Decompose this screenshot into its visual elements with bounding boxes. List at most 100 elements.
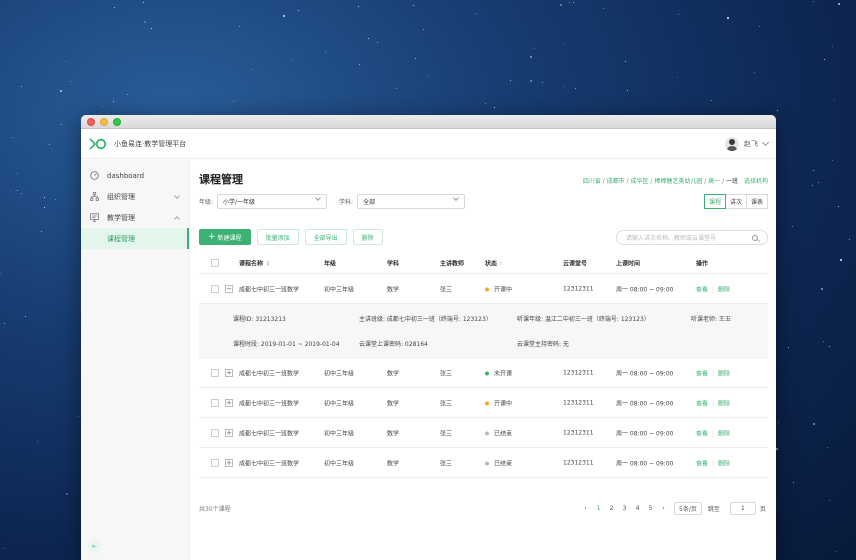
filter-icon[interactable]: ▿ xyxy=(499,260,502,267)
delete-link[interactable]: 删除 xyxy=(718,460,730,467)
expand-row-icon[interactable]: + xyxy=(225,458,233,467)
star xyxy=(625,60,627,62)
star xyxy=(43,197,45,198)
page-title: 课程管理 xyxy=(199,173,243,186)
cell-grade: 初中三年级 xyxy=(324,400,355,407)
cell-name: 成都七中初三一班数学 xyxy=(239,286,300,293)
sidebar-item-teaching[interactable]: 教学管理 xyxy=(81,207,189,228)
star xyxy=(101,106,103,108)
star xyxy=(0,272,2,274)
star xyxy=(823,341,825,343)
column-header[interactable]: 课程名称 ⇕ xyxy=(239,258,270,267)
view-link[interactable]: 查看 xyxy=(696,370,708,377)
cell-grade: 初中三年级 xyxy=(324,430,355,437)
star xyxy=(836,550,838,552)
tab-course[interactable]: 课程 xyxy=(703,194,726,209)
column-header[interactable]: 状态 ▿ xyxy=(485,258,502,267)
breadcrumb-item[interactable]: 成都市 xyxy=(607,178,625,185)
row-detail-panel: 课程ID: 31213213 主讲班级: 成都七中初三一班（终端号: 12312… xyxy=(199,304,768,358)
tab-schedule[interactable]: 课表 xyxy=(745,194,768,209)
export-all-button[interactable]: 全部导出 xyxy=(304,229,347,245)
page-1[interactable]: 1 xyxy=(592,505,605,512)
batch-add-button[interactable]: 批量添加 xyxy=(256,229,299,245)
user-menu[interactable]: 赵飞 xyxy=(725,136,770,151)
row-checkbox[interactable] xyxy=(211,458,219,467)
star xyxy=(282,15,285,18)
star xyxy=(493,107,495,109)
minimize-window-button[interactable] xyxy=(100,118,108,126)
collapse-row-icon[interactable]: − xyxy=(225,284,233,293)
chevron-down-icon xyxy=(315,195,321,201)
expand-row-icon[interactable]: + xyxy=(225,368,233,377)
breadcrumb-item[interactable]: 成华区 xyxy=(630,178,648,185)
row-actions: 查看 | 删除 xyxy=(696,370,731,377)
star xyxy=(127,93,129,95)
cell-name: 成都七中初三一班数学 xyxy=(239,430,300,437)
star xyxy=(676,76,678,78)
view-link[interactable]: 查看 xyxy=(696,286,708,293)
star xyxy=(821,288,824,291)
search-icon[interactable] xyxy=(752,234,758,241)
row-checkbox[interactable] xyxy=(211,368,219,377)
expand-row-icon[interactable]: + xyxy=(225,398,233,407)
status-badge: 未开课 xyxy=(485,368,512,377)
goto-page-value: 1 xyxy=(740,504,745,512)
sort-icon[interactable]: ⇕ xyxy=(265,260,270,267)
breadcrumb-item[interactable]: 棒棒糖艺美幼儿园 xyxy=(654,178,702,185)
prev-page-button[interactable]: ‹ xyxy=(579,505,592,512)
grade-select[interactable]: 小学/一年级 xyxy=(217,194,328,209)
window-titlebar xyxy=(81,115,776,129)
new-course-button[interactable]: + 新建课程 xyxy=(199,229,251,245)
close-window-button[interactable] xyxy=(87,118,95,126)
tab-lesson[interactable]: 讲次 xyxy=(724,194,747,209)
breadcrumb-item[interactable]: 高一 xyxy=(708,178,720,185)
sidebar-item-course-management[interactable]: 课程管理 xyxy=(81,228,189,249)
star xyxy=(290,58,292,60)
maximize-window-button[interactable] xyxy=(113,118,121,126)
row-checkbox[interactable] xyxy=(211,428,219,437)
collapse-sidebar-icon[interactable]: ⇤ xyxy=(88,540,101,553)
view-link[interactable]: 查看 xyxy=(696,430,708,437)
star xyxy=(775,448,778,451)
choose-org-link[interactable]: 选择机构 xyxy=(744,178,768,185)
search-input[interactable]: 请输入讲次名称、教师或云课堂号 xyxy=(616,230,768,245)
next-page-button[interactable]: › xyxy=(657,505,670,512)
page-5[interactable]: 5 xyxy=(644,505,657,512)
subject-select[interactable]: 全部 xyxy=(357,194,466,209)
delete-link[interactable]: 删除 xyxy=(718,400,730,407)
star xyxy=(358,64,360,66)
subject-select-value: 全部 xyxy=(363,199,376,206)
status-dot xyxy=(485,461,489,466)
detail-main-class: 主讲班级: 成都七中初三一班（终端号: 123123） xyxy=(359,316,492,323)
row-checkbox[interactable] xyxy=(211,398,219,407)
breadcrumb-item[interactable]: 四川省 xyxy=(583,178,601,185)
row-actions: 查看 | 删除 xyxy=(696,286,731,293)
star xyxy=(44,206,46,208)
chevron-down-icon xyxy=(453,195,459,201)
sidebar-item-dashboard[interactable]: dashboard xyxy=(81,165,189,186)
star xyxy=(114,7,116,9)
select-all-checkbox[interactable] xyxy=(211,258,219,267)
star xyxy=(575,88,577,90)
star xyxy=(250,69,252,71)
star xyxy=(113,101,115,103)
delete-link[interactable]: 删除 xyxy=(718,286,730,293)
row-checkbox[interactable] xyxy=(211,284,219,293)
goto-page-input[interactable]: 1 xyxy=(729,501,756,515)
page-4[interactable]: 4 xyxy=(631,505,644,512)
page-3[interactable]: 3 xyxy=(618,505,631,512)
cell-time: 周一 08:00 ~ 09:00 xyxy=(616,286,674,293)
delete-link[interactable]: 删除 xyxy=(718,370,730,377)
star xyxy=(811,184,813,186)
delete-button[interactable]: 删除 xyxy=(352,229,383,245)
status-dot xyxy=(485,431,489,436)
page-2[interactable]: 2 xyxy=(605,505,618,512)
button-label: 新建课程 xyxy=(217,234,242,242)
page-size-select[interactable]: 5条/页 xyxy=(674,501,702,515)
view-link[interactable]: 查看 xyxy=(696,400,708,407)
view-link[interactable]: 查看 xyxy=(696,460,708,467)
detail-class-password: 云课堂上课密码: 028164 xyxy=(359,341,428,348)
sidebar-item-org[interactable]: 组织管理 xyxy=(81,186,189,207)
expand-row-icon[interactable]: + xyxy=(225,428,233,437)
delete-link[interactable]: 删除 xyxy=(718,430,730,437)
